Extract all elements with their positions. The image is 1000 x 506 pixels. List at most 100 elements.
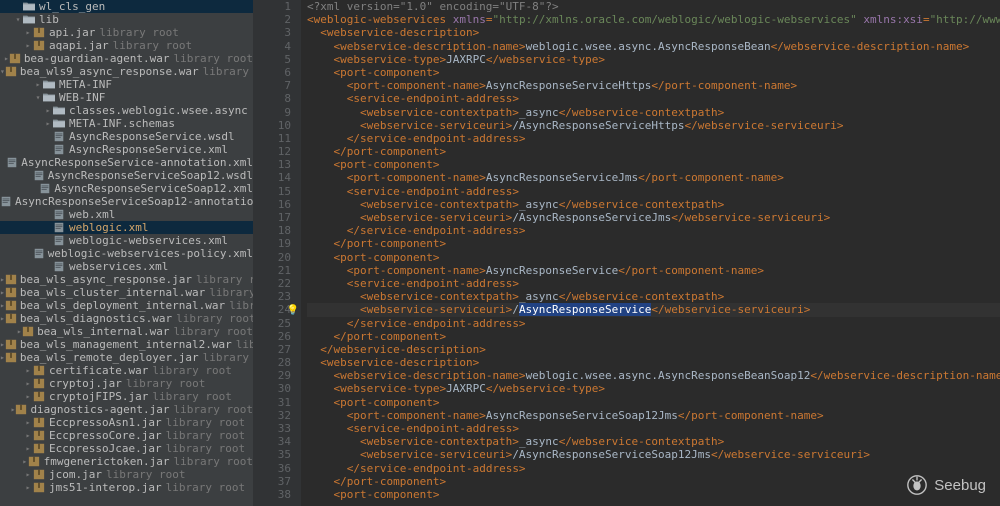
code-line[interactable]: <webservice-contextpath>_async</webservi… bbox=[307, 198, 1000, 211]
code-line[interactable]: </service-endpoint-address> bbox=[307, 462, 1000, 475]
tree-row[interactable]: ▸EccpressoJcae.jarlibrary root bbox=[0, 442, 253, 455]
tree-row[interactable]: AsyncResponseService.wsdl bbox=[0, 130, 253, 143]
tree-row[interactable]: AsyncResponseServiceSoap12.xml bbox=[0, 182, 253, 195]
code-line[interactable]: </webservice-description> bbox=[307, 343, 1000, 356]
tree-row[interactable]: ▸cryptojFIPS.jarlibrary root bbox=[0, 390, 253, 403]
code-line[interactable]: </port-component> bbox=[307, 330, 1000, 343]
code-line[interactable]: </service-endpoint-address> bbox=[307, 317, 1000, 330]
tree-row[interactable]: AsyncResponseService.xml bbox=[0, 143, 253, 156]
code-line[interactable]: <service-endpoint-address> bbox=[307, 185, 1000, 198]
tree-row[interactable]: AsyncResponseServiceSoap12.wsdl bbox=[0, 169, 253, 182]
tree-arrow-icon[interactable]: ▸ bbox=[24, 390, 32, 403]
code-line[interactable]: <webservice-contextpath>_async</webservi… bbox=[307, 106, 1000, 119]
code-line[interactable]: <webservice-description> bbox=[307, 26, 1000, 39]
code-line[interactable]: <webservice-type>JAXRPC</webservice-type… bbox=[307, 53, 1000, 66]
tree-item-suffix: library root bbox=[174, 455, 253, 468]
code-line[interactable]: <webservice-description-name>weblogic.ws… bbox=[307, 40, 1000, 53]
code-line[interactable]: </port-component> bbox=[307, 145, 1000, 158]
tree-row[interactable]: ▸bea_wls_remote_deployer.jarlibrary root bbox=[0, 351, 253, 364]
code-line[interactable]: <webservice-serviceuri>/AsyncResponseSer… bbox=[307, 119, 1000, 132]
tree-row[interactable]: weblogic.xml bbox=[0, 221, 253, 234]
code-line[interactable]: </port-component> bbox=[307, 475, 1000, 488]
tree-row[interactable]: ▸bea_wls_async_response.jarlibrary root bbox=[0, 273, 253, 286]
tree-row[interactable]: ▸bea_wls_deployment_internal.warlibrary … bbox=[0, 299, 253, 312]
tree-arrow-icon[interactable]: ▸ bbox=[24, 442, 32, 455]
code-line[interactable]: <webservice-serviceuri>/AsyncResponseSer… bbox=[307, 303, 1000, 316]
tree-row[interactable]: AsyncResponseService-annotation.xml bbox=[0, 156, 253, 169]
code-line[interactable]: <port-component> bbox=[307, 251, 1000, 264]
tree-row[interactable]: webservices.xml bbox=[0, 260, 253, 273]
code-line[interactable]: <webservice-contextpath>_async</webservi… bbox=[307, 435, 1000, 448]
tree-arrow-icon[interactable]: ▸ bbox=[21, 455, 28, 468]
tree-arrow-icon[interactable]: ▸ bbox=[24, 429, 32, 442]
intention-bulb-icon[interactable]: 💡 bbox=[287, 304, 299, 317]
tree-row[interactable]: ▾bea_wls9_async_response.warlibrary root bbox=[0, 65, 253, 78]
code-line[interactable]: <webservice-description> bbox=[307, 356, 1000, 369]
code-editor[interactable]: 1234567891011121314151617181920212223💡24… bbox=[253, 0, 1000, 506]
tree-row[interactable]: AsyncResponseServiceSoap12-annotation.xm… bbox=[0, 195, 253, 208]
code-line[interactable]: <webservice-serviceuri>/AsyncResponseSer… bbox=[307, 211, 1000, 224]
code-line[interactable]: </service-endpoint-address> bbox=[307, 132, 1000, 145]
tree-row[interactable]: ▸api.jarlibrary root bbox=[0, 26, 253, 39]
line-number: 1 bbox=[253, 0, 291, 13]
code-line[interactable]: <port-component-name>AsyncResponseServic… bbox=[307, 79, 1000, 92]
line-number: 29 bbox=[253, 369, 291, 382]
code-line[interactable]: <port-component-name>AsyncResponseServic… bbox=[307, 264, 1000, 277]
tree-arrow-icon[interactable]: ▸ bbox=[24, 364, 32, 377]
tree-row[interactable]: ▸fmwgenerictoken.jarlibrary root bbox=[0, 455, 253, 468]
tree-row[interactable]: ▸EccpressoCore.jarlibrary root bbox=[0, 429, 253, 442]
tree-arrow-icon[interactable]: ▸ bbox=[24, 481, 32, 494]
tree-row[interactable]: ▸aqapi.jarlibrary root bbox=[0, 39, 253, 52]
tree-arrow-icon[interactable]: ▸ bbox=[24, 39, 32, 52]
tree-row[interactable]: ▸cryptoj.jarlibrary root bbox=[0, 377, 253, 390]
code-line[interactable]: <?xml version="1.0" encoding="UTF-8"?> bbox=[307, 0, 1000, 13]
tree-row[interactable]: ▾lib bbox=[0, 13, 253, 26]
tree-arrow-icon[interactable]: ▾ bbox=[34, 91, 42, 104]
tree-row[interactable]: ▾WEB-INF bbox=[0, 91, 253, 104]
code-line[interactable]: <webservice-description-name>weblogic.ws… bbox=[307, 369, 1000, 382]
tree-arrow-icon[interactable]: ▸ bbox=[24, 26, 32, 39]
tree-arrow-icon[interactable]: ▸ bbox=[24, 468, 32, 481]
tree-arrow-icon[interactable]: ▸ bbox=[24, 377, 32, 390]
code-line[interactable]: <webservice-serviceuri>/AsyncResponseSer… bbox=[307, 448, 1000, 461]
code-line[interactable]: <port-component> bbox=[307, 396, 1000, 409]
tree-row[interactable]: ▸classes.weblogic.wsee.async bbox=[0, 104, 253, 117]
code-line[interactable]: <weblogic-webservices xmlns="http://xmln… bbox=[307, 13, 1000, 26]
tree-row[interactable]: ▸jms51-interop.jarlibrary root bbox=[0, 481, 253, 494]
tree-row[interactable]: weblogic-webservices.xml bbox=[0, 234, 253, 247]
tree-arrow-icon[interactable]: ▸ bbox=[24, 416, 32, 429]
code-line[interactable]: <webservice-contextpath>_async</webservi… bbox=[307, 290, 1000, 303]
code-line[interactable]: <port-component> bbox=[307, 66, 1000, 79]
tree-row[interactable]: ▸diagnostics-agent.jarlibrary root bbox=[0, 403, 253, 416]
code-line[interactable]: <port-component> bbox=[307, 488, 1000, 501]
tree-row[interactable]: ▸bea_wls_diagnostics.warlibrary root bbox=[0, 312, 253, 325]
code-line[interactable]: <webservice-type>JAXRPC</webservice-type… bbox=[307, 382, 1000, 395]
tree-row[interactable]: ▸bea_wls_internal.warlibrary root bbox=[0, 325, 253, 338]
tree-arrow-icon[interactable]: ▸ bbox=[44, 117, 52, 130]
tree-arrow-icon[interactable]: ▸ bbox=[44, 104, 52, 117]
code-line[interactable]: </port-component> bbox=[307, 237, 1000, 250]
tree-arrow-icon[interactable]: ▸ bbox=[34, 78, 42, 91]
tree-row[interactable]: ▸EccpressoAsn1.jarlibrary root bbox=[0, 416, 253, 429]
tree-row[interactable]: ▸bea_wls_management_internal2.warlibrary… bbox=[0, 338, 253, 351]
code-line[interactable]: <port-component-name>AsyncResponseServic… bbox=[307, 171, 1000, 184]
project-tree[interactable]: wl_cls_gen▾lib▸api.jarlibrary root▸aqapi… bbox=[0, 0, 253, 506]
tree-row[interactable]: wl_cls_gen bbox=[0, 0, 253, 13]
tree-row[interactable]: web.xml bbox=[0, 208, 253, 221]
tree-row[interactable]: weblogic-webservices-policy.xml bbox=[0, 247, 253, 260]
tree-row[interactable]: ▸bea-guardian-agent.warlibrary root bbox=[0, 52, 253, 65]
tree-row[interactable]: ▸META-INF.schemas bbox=[0, 117, 253, 130]
code-line[interactable]: <service-endpoint-address> bbox=[307, 277, 1000, 290]
code-area[interactable]: <?xml version="1.0" encoding="UTF-8"?><w… bbox=[301, 0, 1000, 506]
tree-arrow-icon[interactable]: ▾ bbox=[14, 13, 22, 26]
tree-row[interactable]: ▸certificate.warlibrary root bbox=[0, 364, 253, 377]
archive-icon bbox=[32, 40, 46, 51]
tree-row[interactable]: ▸jcom.jarlibrary root bbox=[0, 468, 253, 481]
code-line[interactable]: <service-endpoint-address> bbox=[307, 92, 1000, 105]
tree-row[interactable]: ▸bea_wls_cluster_internal.warlibrary roo… bbox=[0, 286, 253, 299]
tree-row[interactable]: ▸META-INF bbox=[0, 78, 253, 91]
code-line[interactable]: <service-endpoint-address> bbox=[307, 422, 1000, 435]
code-line[interactable]: <port-component> bbox=[307, 158, 1000, 171]
code-line[interactable]: <port-component-name>AsyncResponseServic… bbox=[307, 409, 1000, 422]
code-line[interactable]: </service-endpoint-address> bbox=[307, 224, 1000, 237]
